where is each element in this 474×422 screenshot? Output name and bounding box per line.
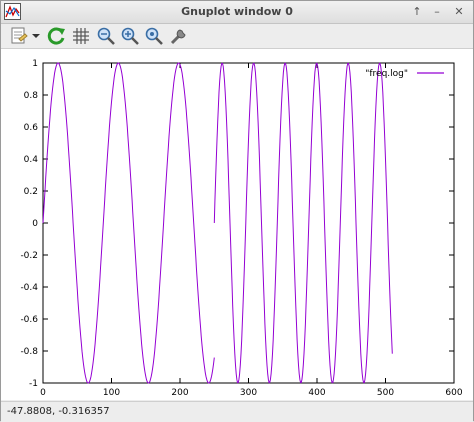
plot-canvas[interactable]: 0 100 200 300 400 500 600 1 0.8 0.6 0.4 0.2 0 -0.2 -0.… bbox=[1, 49, 473, 400]
zoom-next-icon[interactable] bbox=[120, 26, 140, 46]
maximize-button[interactable]: – bbox=[429, 4, 445, 20]
x-tick-label: 0 bbox=[40, 388, 46, 398]
y-tick-label: -1 bbox=[29, 379, 38, 389]
legend-label: "freq.log" bbox=[365, 69, 408, 79]
dropdown-arrow-icon[interactable] bbox=[31, 26, 41, 46]
series-line-0 bbox=[42, 62, 393, 384]
toolbar bbox=[1, 24, 473, 49]
close-button[interactable]: ✕ bbox=[451, 4, 467, 20]
gnuplot-window: Gnuplot window 0 ↑ – ✕ 0 100 200 300 400… bbox=[0, 0, 474, 422]
x-tick-label: 400 bbox=[308, 388, 325, 398]
x-tick-label: 200 bbox=[171, 388, 188, 398]
window-title: Gnuplot window 0 bbox=[181, 5, 293, 18]
y-tick-label: 0 bbox=[32, 219, 38, 229]
y-tick-label: 0.2 bbox=[24, 187, 38, 197]
grid-icon[interactable] bbox=[71, 26, 91, 46]
status-bar: -47.8808, -0.316357 bbox=[1, 401, 473, 422]
cursor-coordinates: -47.8808, -0.316357 bbox=[7, 406, 110, 417]
plot-border bbox=[42, 62, 455, 384]
series-layer bbox=[42, 62, 393, 384]
y-tick-label: -0.2 bbox=[20, 251, 38, 261]
y-tick-label: 0.6 bbox=[24, 123, 39, 133]
x-tick-label: 600 bbox=[445, 388, 462, 398]
y-tick-label: 1 bbox=[32, 59, 38, 69]
copy-icon[interactable] bbox=[9, 26, 29, 46]
autoscale-icon[interactable] bbox=[144, 26, 164, 46]
y-tick-label: -0.4 bbox=[20, 283, 38, 293]
chart[interactable]: 0 100 200 300 400 500 600 1 0.8 0.6 0.4 0.2 0 -0.2 -0.… bbox=[1, 49, 473, 400]
config-icon[interactable] bbox=[169, 26, 189, 46]
y-tick-label: 0.8 bbox=[24, 91, 39, 101]
minimize-button[interactable]: ↑ bbox=[409, 4, 425, 20]
y-tick-label: -0.8 bbox=[20, 347, 38, 357]
zoom-prev-icon[interactable] bbox=[96, 26, 116, 46]
x-tick-label: 500 bbox=[377, 388, 394, 398]
x-tick-label: 100 bbox=[103, 388, 120, 398]
y-tick-label: 0.4 bbox=[24, 155, 39, 165]
replot-icon[interactable] bbox=[47, 26, 67, 46]
legend: "freq.log" bbox=[365, 69, 444, 79]
x-tick-label: 300 bbox=[240, 388, 257, 398]
title-bar[interactable]: Gnuplot window 0 ↑ – ✕ bbox=[1, 1, 473, 24]
y-tick-label: -0.6 bbox=[20, 315, 38, 325]
